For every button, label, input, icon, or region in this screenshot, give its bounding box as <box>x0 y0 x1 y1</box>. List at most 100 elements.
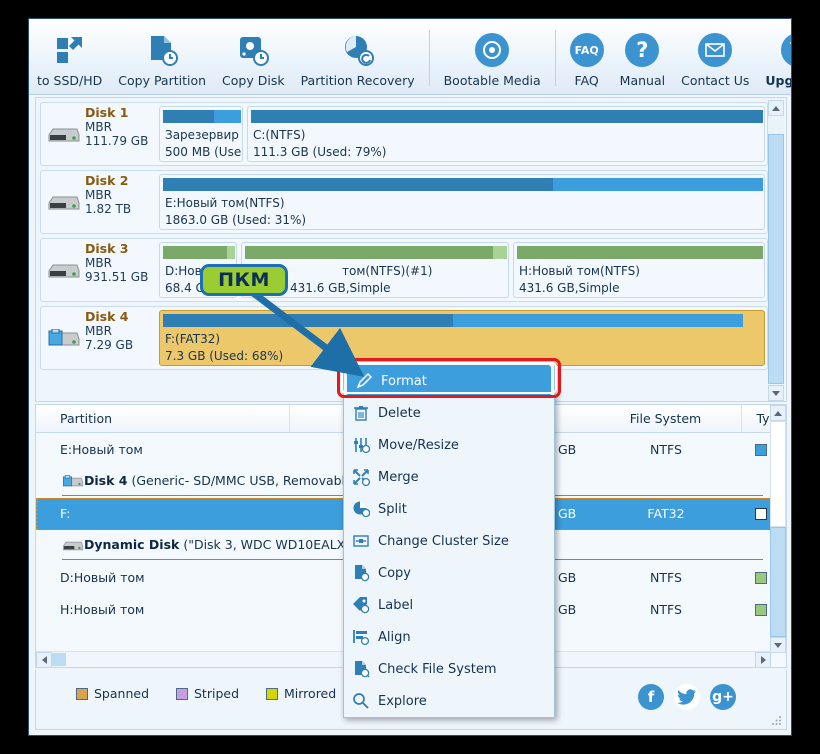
disk-row-1[interactable]: Disk 1 MBR 111.79 GB Зарезервир 500 MB (… <box>40 102 768 166</box>
main-toolbar: to SSD/HD Copy Partition Copy Disk Parti… <box>29 19 791 95</box>
legend-label: Spanned <box>94 686 149 701</box>
toolbar-button-upgrade[interactable]: Upgrade! <box>757 19 791 94</box>
legend-swatch-mirrored <box>266 687 278 700</box>
context-menu-item-label[interactable]: Label <box>344 589 554 621</box>
partition-block[interactable]: C:(NTFS) 111.3 GB (Used: 79%) <box>247 106 765 162</box>
scrollbar-thumb[interactable] <box>770 527 786 637</box>
context-menu-label: Copy <box>378 565 411 581</box>
hdd-icon <box>48 128 80 142</box>
chevron-down-icon <box>772 390 780 396</box>
usage-bar <box>163 178 763 191</box>
context-menu-item-change-cluster-size[interactable]: Change Cluster Size <box>344 525 554 557</box>
copy-partition-icon <box>145 30 179 70</box>
toolbar-button-copy-partition[interactable]: Copy Partition <box>110 19 214 94</box>
group-label: Dynamic Disk ("Disk 3, WDC WD10EALX-0( <box>84 537 362 552</box>
toolbar-label: Manual <box>619 73 666 88</box>
column-header-partition[interactable]: Partition <box>50 405 290 432</box>
usage-bar <box>163 246 235 259</box>
google-plus-glyph: g+ <box>712 689 734 705</box>
toolbar-button-faq[interactable]: FAQ FAQ <box>562 19 612 94</box>
table-vertical-scrollbar[interactable] <box>770 405 786 653</box>
migrate-os-icon <box>55 30 85 70</box>
toolbar-button-copy-disk[interactable]: Copy Disk <box>214 19 293 94</box>
context-menu-item-check-file-system[interactable]: Check File System <box>344 653 554 685</box>
context-menu-item-align[interactable]: Align <box>344 621 554 653</box>
disk-size: 7.29 GB <box>85 338 134 352</box>
cell-used: GB <box>558 602 577 617</box>
context-menu-label: Move/Resize <box>378 437 459 453</box>
toolbar-button-partition-recovery[interactable]: Partition Recovery <box>293 19 423 94</box>
screenshot-root: to SSD/HD Copy Partition Copy Disk Parti… <box>0 0 820 754</box>
cell-partition: H:Новый том <box>60 602 145 617</box>
toolbar-button-manual[interactable]: ? Manual <box>612 19 673 94</box>
partition-block[interactable]: E:Новый том(NTFS) 1863.0 GB (Used: 31%) <box>159 174 765 230</box>
context-menu-label: Check File System <box>378 661 497 677</box>
cell-file-system: NTFS <box>650 570 682 585</box>
context-menu-item-delete[interactable]: Delete <box>344 397 554 429</box>
toolbar-label: to SSD/HD <box>37 73 103 88</box>
usb-disk-icon <box>62 475 84 487</box>
partition-label: F:(FAT32) <box>165 332 221 346</box>
context-menu-item-explore[interactable]: Explore <box>344 685 554 717</box>
trash-icon <box>344 404 378 422</box>
faq-icon: FAQ <box>569 30 604 70</box>
cell-used: GB <box>558 506 577 521</box>
scroll-up-button[interactable] <box>768 100 784 116</box>
group-label-rest: ("Disk 3, WDC WD10EALX-0( <box>179 537 362 552</box>
context-menu-item-split[interactable]: Split <box>344 493 554 525</box>
scroll-down-button[interactable] <box>768 385 784 401</box>
group-label-bold: Dynamic Disk <box>84 537 180 552</box>
partition-size: 500 MB (Use <box>165 145 242 159</box>
scrollbar-thumb[interactable] <box>52 653 66 666</box>
partition-label: C:(NTFS) <box>253 128 306 142</box>
legend-item-mirrored: Mirrored <box>266 686 336 701</box>
scrollbar-track-top[interactable] <box>770 421 786 527</box>
toolbar-label: FAQ <box>574 73 599 88</box>
group-label-rest: (Generic- SD/MMC USB, Removable, <box>127 473 357 488</box>
twitter-bird <box>677 689 696 705</box>
align-icon <box>344 628 378 646</box>
disk-name: Disk 2 <box>85 173 129 188</box>
usage-bar <box>163 110 241 123</box>
google-plus-icon[interactable]: g+ <box>710 684 736 710</box>
legend-swatch-striped <box>176 687 188 700</box>
partition-block[interactable]: H:Новый том(NTFS) 431.6 GB,Simple <box>513 242 765 298</box>
move-resize-icon <box>344 436 378 454</box>
facebook-icon[interactable]: f <box>638 684 664 710</box>
toolbar-button-bootable-media[interactable]: Bootable Media <box>436 19 549 94</box>
column-header-file-system[interactable]: File System <box>590 405 742 432</box>
toolbar-label: Bootable Media <box>443 73 541 88</box>
context-menu-item-merge[interactable]: Merge <box>344 461 554 493</box>
toolbar-separator <box>554 30 556 86</box>
partition-size: 431.6 GB,Simple <box>519 281 620 295</box>
scroll-right-button[interactable] <box>755 652 771 667</box>
disk-row-2[interactable]: Disk 2 MBR 1.82 TB E:Новый том(NTFS) 186… <box>40 170 768 234</box>
toolbar-button-contact-us[interactable]: Contact Us <box>673 19 757 94</box>
scroll-left-button[interactable] <box>36 652 52 667</box>
partition-size: 1863.0 GB (Used: 31%) <box>165 213 307 227</box>
partition-block[interactable]: Зарезервир 500 MB (Use <box>159 106 243 162</box>
disk-scheme: MBR <box>85 256 112 270</box>
scroll-up-button[interactable] <box>770 405 786 421</box>
group-label-bold: Disk 4 <box>84 473 128 488</box>
context-menu-item-copy[interactable]: Copy <box>344 557 554 589</box>
hdd-icon <box>48 264 80 278</box>
twitter-icon[interactable] <box>674 684 700 710</box>
chevron-down-icon <box>774 642 782 648</box>
toolbar-button-migrate-os[interactable]: to SSD/HD <box>29 19 110 94</box>
disk-size: 931.51 GB <box>85 270 149 284</box>
partition-label: E:Новый том(NTFS) <box>165 196 285 210</box>
cell-file-system: NTFS <box>650 442 682 457</box>
diskmap-vertical-scrollbar[interactable] <box>768 100 784 401</box>
context-menu-item-move-resize[interactable]: Move/Resize <box>344 429 554 461</box>
split-pie-icon <box>344 500 378 518</box>
context-menu-label: Delete <box>378 405 421 421</box>
label-tag-icon <box>344 596 378 614</box>
context-menu-label: Split <box>378 501 407 517</box>
cell-partition: F: <box>60 506 71 521</box>
scrollbar-thumb[interactable] <box>768 134 784 384</box>
hdd-icon <box>48 196 80 210</box>
resize-grip-icon[interactable] <box>771 714 783 726</box>
scroll-down-button[interactable] <box>770 637 786 653</box>
partition-context-menu[interactable]: Format Delete Move/Resize Merge Split Ch… <box>343 362 555 718</box>
